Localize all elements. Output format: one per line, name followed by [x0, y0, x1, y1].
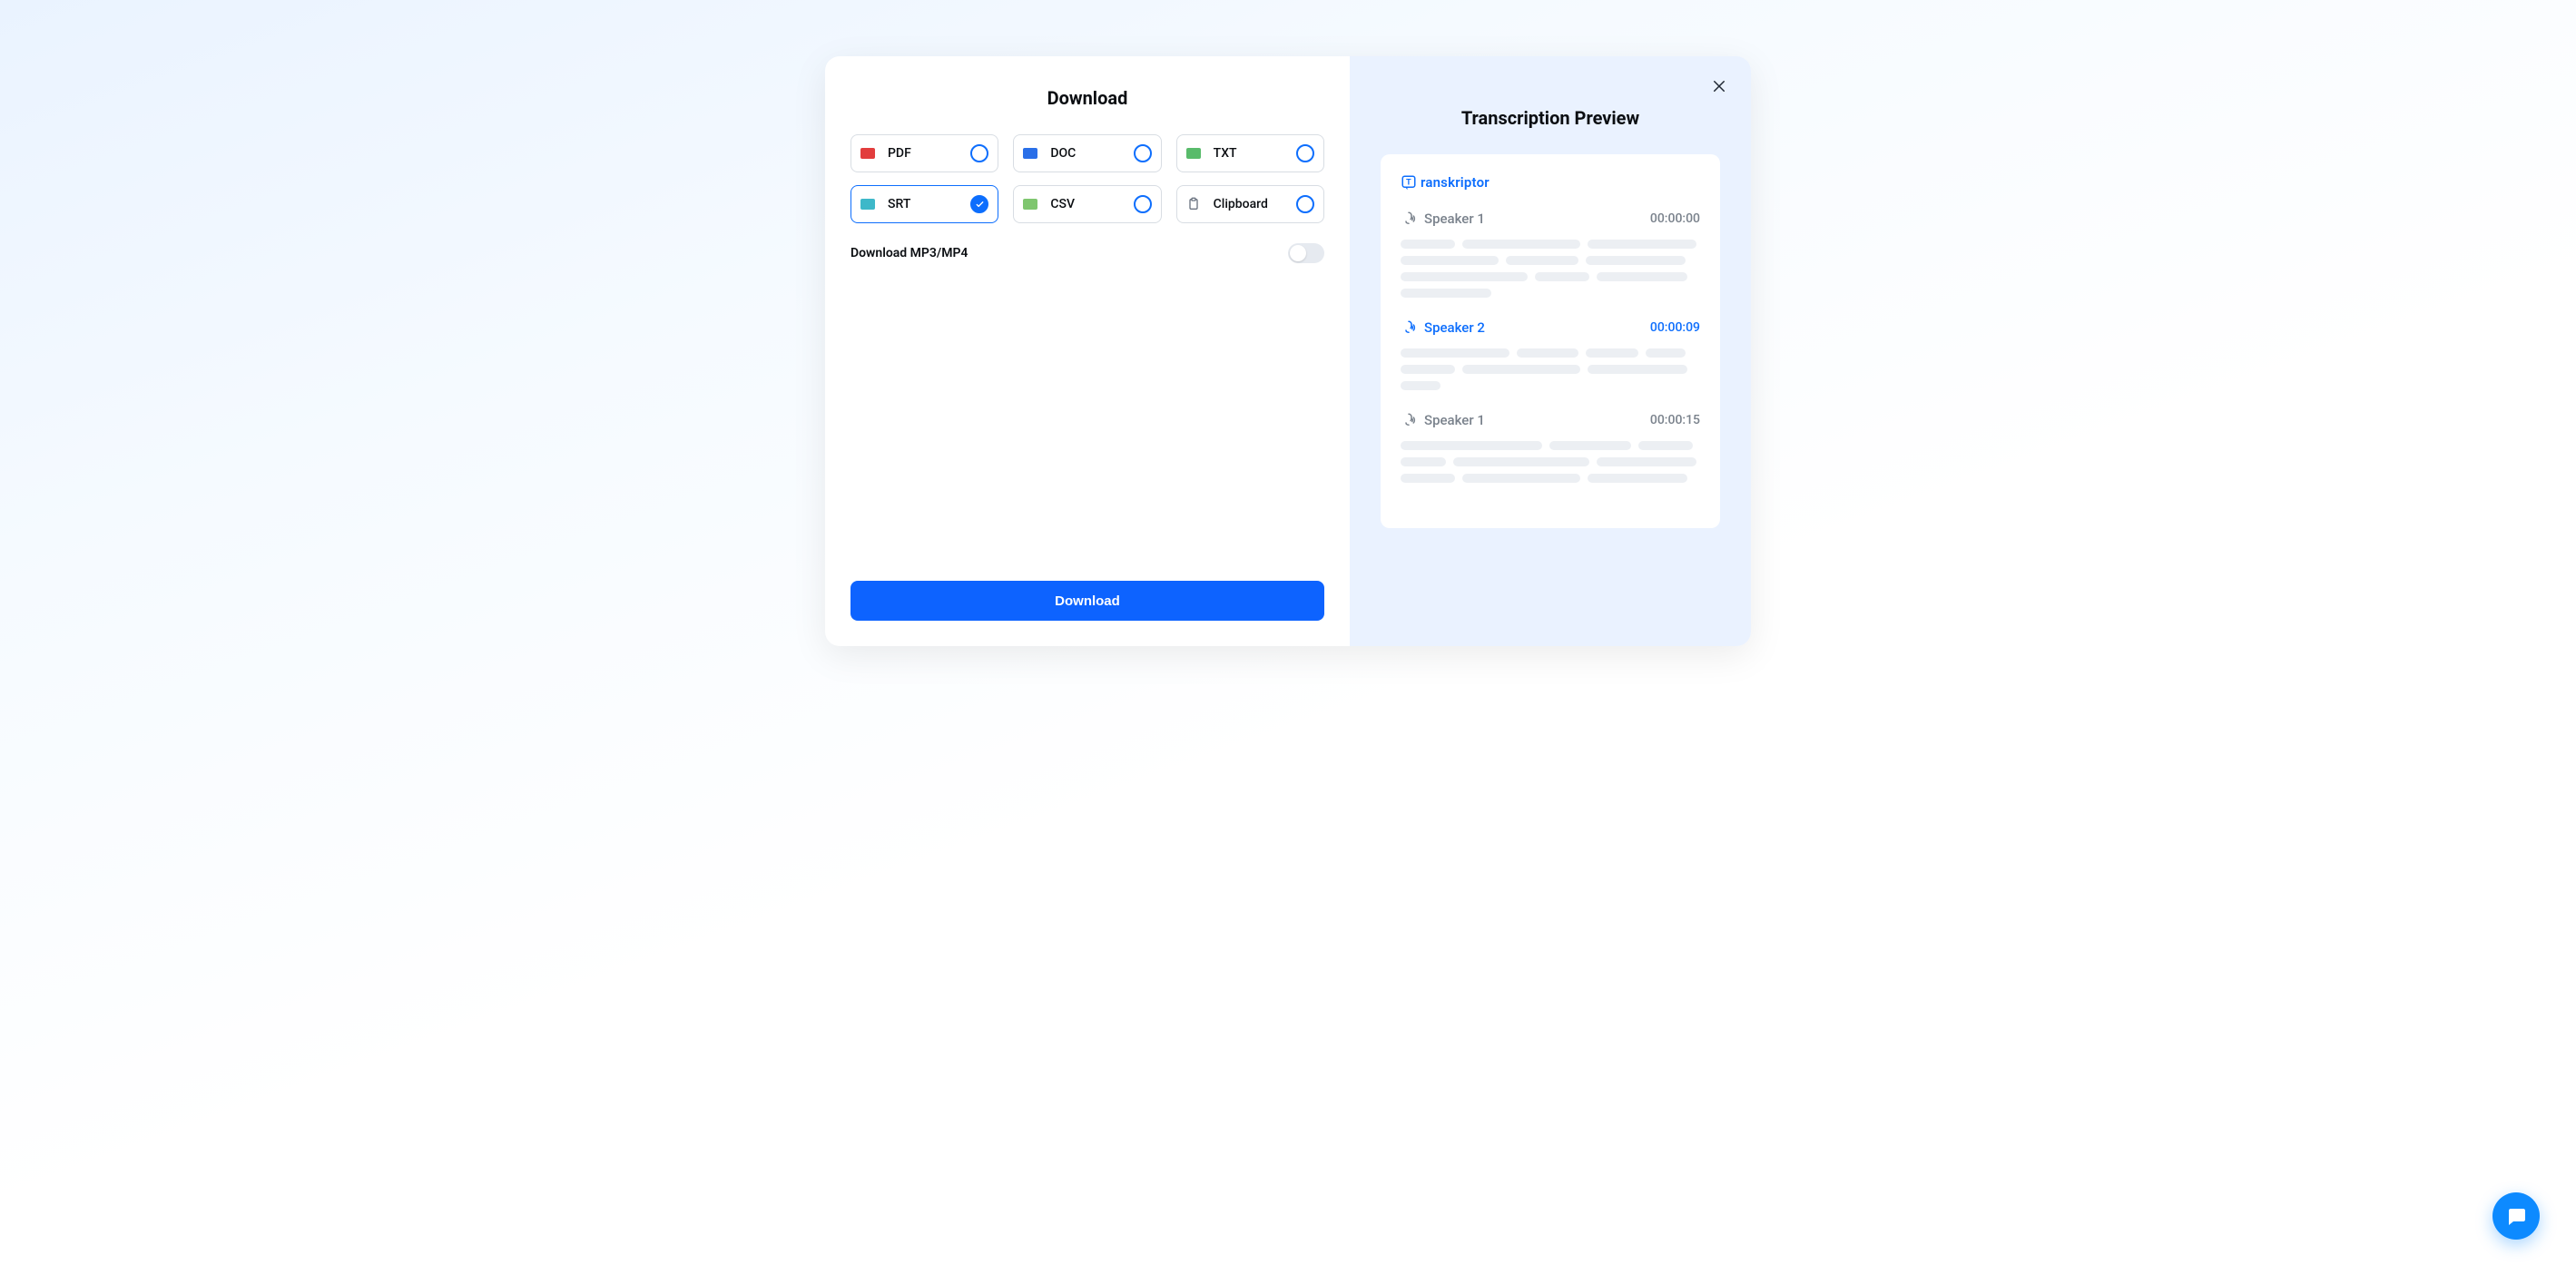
placeholder-bar: [1401, 381, 1440, 390]
segments-list: Speaker 1 00:00:00 Speaker 2 00:00:09: [1401, 211, 1700, 483]
format-grid: PDF DOC TXT SRT CSV Clipboard: [850, 134, 1324, 223]
preview-pane: Transcription Preview T ranskriptor: [1350, 56, 1751, 646]
format-badge-srt: [860, 199, 875, 210]
format-radio: [1134, 195, 1152, 213]
preview-card: T ranskriptor Speaker 1 00:00:00: [1381, 154, 1720, 528]
download-button[interactable]: Download: [850, 581, 1324, 621]
toggle-knob: [1290, 245, 1306, 261]
mp3-label: Download MP3/MP4: [850, 246, 968, 260]
format-option-csv[interactable]: CSV: [1013, 185, 1161, 223]
format-radio: [970, 144, 988, 162]
format-label: TXT: [1214, 146, 1296, 161]
placeholder-bar: [1462, 365, 1580, 374]
format-label: Clipboard: [1214, 197, 1296, 211]
placeholder-bar: [1462, 474, 1580, 483]
placeholder-bar: [1401, 289, 1491, 298]
format-badge-pdf: [860, 148, 875, 159]
format-radio: [1296, 144, 1314, 162]
format-radio: [1296, 195, 1314, 213]
placeholder-bar: [1597, 457, 1696, 466]
placeholder-bar: [1506, 256, 1578, 265]
placeholder-bar: [1597, 272, 1687, 281]
segment-speaker: Speaker 1: [1401, 211, 1485, 227]
brand-icon: T: [1401, 174, 1417, 191]
download-modal: Download PDF DOC TXT SRT CSV Clipboa: [825, 56, 1751, 646]
placeholder-bar: [1401, 240, 1455, 249]
format-label: PDF: [888, 146, 970, 161]
placeholder-bar: [1401, 365, 1455, 374]
format-radio: [970, 195, 988, 213]
speaker-name: Speaker 1: [1424, 412, 1485, 428]
placeholder-bar: [1588, 365, 1687, 374]
segment-lines: [1401, 441, 1700, 483]
download-pane: Download PDF DOC TXT SRT CSV Clipboa: [825, 56, 1350, 646]
format-radio: [1134, 144, 1152, 162]
clipboard-icon: [1186, 196, 1201, 212]
segment-header: Speaker 1 00:00:00: [1401, 211, 1700, 227]
placeholder-bar: [1517, 348, 1578, 358]
segment-time: 00:00:15: [1650, 413, 1700, 427]
segment-lines: [1401, 348, 1700, 390]
segment-speaker: Speaker 1: [1401, 412, 1485, 428]
format-badge-csv: [1023, 199, 1037, 210]
mp3-toggle[interactable]: [1288, 243, 1324, 263]
placeholder-bar: [1586, 348, 1638, 358]
format-label: DOC: [1050, 146, 1133, 161]
format-option-txt[interactable]: TXT: [1176, 134, 1324, 172]
close-icon: [1711, 78, 1727, 94]
placeholder-bar: [1401, 348, 1509, 358]
format-label: SRT: [888, 197, 970, 211]
speaker-icon: [1401, 211, 1417, 227]
transcript-segment: Speaker 1 00:00:00: [1401, 211, 1700, 298]
segment-header: Speaker 1 00:00:15: [1401, 412, 1700, 428]
speaker-name: Speaker 2: [1424, 319, 1485, 336]
placeholder-bar: [1588, 474, 1687, 483]
segment-time: 00:00:00: [1650, 211, 1700, 226]
check-icon: [975, 200, 985, 210]
segment-lines: [1401, 240, 1700, 298]
placeholder-bar: [1586, 256, 1686, 265]
speaker-icon: [1401, 412, 1417, 428]
format-option-clipboard[interactable]: Clipboard: [1176, 185, 1324, 223]
placeholder-bar: [1401, 457, 1446, 466]
mp3-row: Download MP3/MP4: [850, 243, 1324, 263]
transcript-segment: Speaker 2 00:00:09: [1401, 319, 1700, 390]
download-title: Download: [850, 87, 1324, 109]
preview-title: Transcription Preview: [1381, 107, 1720, 129]
segment-speaker: Speaker 2: [1401, 319, 1485, 336]
placeholder-bar: [1401, 272, 1528, 281]
placeholder-bar: [1638, 441, 1693, 450]
speaker-icon: [1401, 319, 1417, 336]
placeholder-bar: [1401, 256, 1499, 265]
format-option-srt[interactable]: SRT: [850, 185, 998, 223]
chat-fab[interactable]: [2492, 1192, 2540, 1240]
placeholder-bar: [1535, 272, 1589, 281]
brand-text: ranskriptor: [1421, 174, 1490, 191]
svg-text:T: T: [1406, 177, 1411, 186]
format-option-doc[interactable]: DOC: [1013, 134, 1161, 172]
placeholder-bar: [1588, 240, 1696, 249]
placeholder-bar: [1453, 457, 1589, 466]
brand-logo: T ranskriptor: [1401, 174, 1700, 191]
placeholder-bar: [1401, 441, 1542, 450]
placeholder-bar: [1462, 240, 1580, 249]
segment-header: Speaker 2 00:00:09: [1401, 319, 1700, 336]
placeholder-bar: [1646, 348, 1686, 358]
format-badge-doc: [1023, 148, 1037, 159]
format-label: CSV: [1050, 197, 1133, 211]
close-button[interactable]: [1707, 74, 1731, 98]
speaker-name: Speaker 1: [1424, 211, 1485, 227]
segment-time: 00:00:09: [1650, 320, 1700, 335]
placeholder-bar: [1401, 474, 1455, 483]
transcript-segment: Speaker 1 00:00:15: [1401, 412, 1700, 483]
format-option-pdf[interactable]: PDF: [850, 134, 998, 172]
chat-icon: [2505, 1205, 2527, 1227]
format-badge-txt: [1186, 148, 1201, 159]
placeholder-bar: [1549, 441, 1631, 450]
